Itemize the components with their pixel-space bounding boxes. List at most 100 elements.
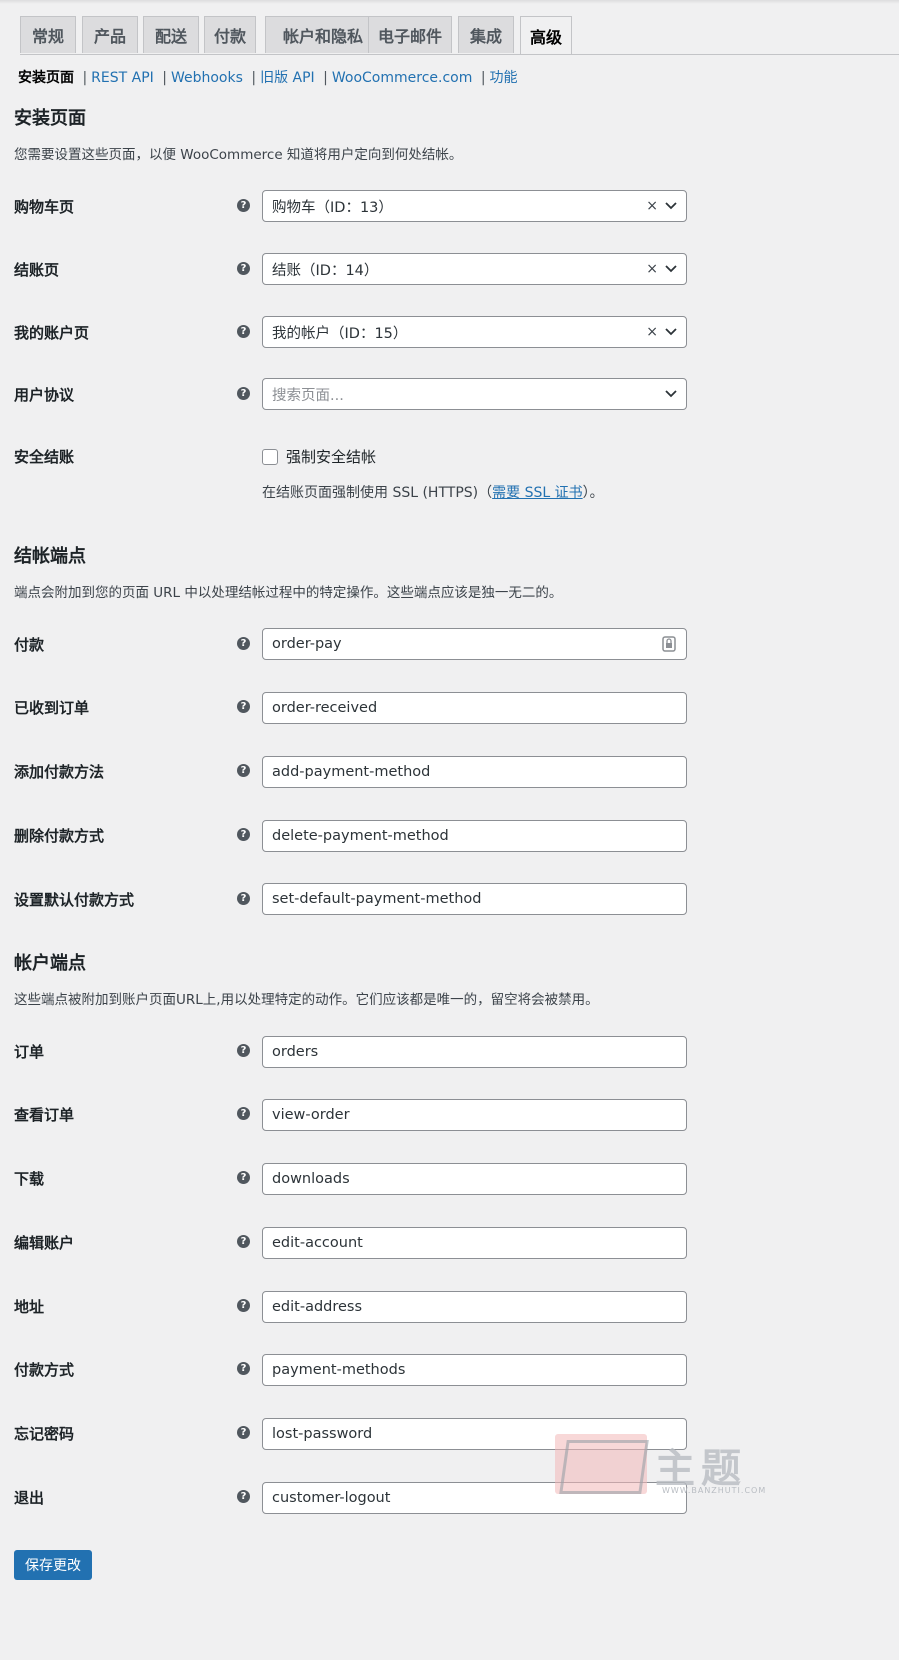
order-received-value[interactable] — [272, 700, 652, 716]
view-order-input[interactable] — [262, 1099, 687, 1131]
endpoint-label: 下载 — [14, 1170, 45, 1188]
edit-account-input[interactable] — [262, 1227, 687, 1259]
clear-icon[interactable]: × — [646, 324, 658, 340]
force-ssl-row: 强制安全结帐 — [262, 446, 376, 467]
myaccount-page-label: 我的账户页 — [14, 324, 90, 342]
help-icon[interactable]: ? — [237, 1299, 250, 1312]
edit-address-input[interactable] — [262, 1291, 687, 1323]
watermark-url: WWW.BANZHUTI.COM — [662, 1486, 767, 1495]
add-payment-method-value[interactable] — [272, 764, 652, 780]
edit-address-value[interactable] — [272, 1299, 652, 1315]
watermark: 主题 WWW.BANZHUTI.COM — [555, 1432, 770, 1504]
terms-page-select[interactable]: 搜索页面... — [262, 378, 687, 410]
section-desc-account-endpoints: 这些端点被附加到账户页面URL上,用以处理特定的动作。它们应该都是唯一的，留空将… — [14, 992, 599, 1008]
payment-methods-input[interactable] — [262, 1354, 687, 1386]
tab-shipping[interactable]: 配送 — [143, 16, 199, 53]
tab-advanced[interactable]: 高级 — [520, 16, 572, 54]
help-icon[interactable]: ? — [237, 700, 250, 713]
cart-page-label: 购物车页 — [14, 198, 75, 216]
order-pay-input[interactable] — [262, 628, 687, 660]
help-icon[interactable]: ? — [237, 1490, 250, 1503]
tab-general[interactable]: 常规 — [20, 16, 76, 53]
top-shadow — [0, 0, 899, 4]
subnav-separator: | — [323, 70, 328, 86]
downloads-input[interactable] — [262, 1163, 687, 1195]
section-desc-checkout-endpoints: 端点会附加到您的页面 URL 中以处理结帐过程中的特定操作。这些端点应该是独一无… — [14, 585, 563, 601]
delete-payment-method-input[interactable] — [262, 820, 687, 852]
help-icon[interactable]: ? — [237, 1107, 250, 1120]
help-icon[interactable]: ? — [237, 1171, 250, 1184]
view-order-value[interactable] — [272, 1107, 652, 1123]
section-title-account-endpoints: 帐户端点 — [14, 953, 86, 974]
endpoint-label: 订单 — [14, 1043, 45, 1061]
section-desc-setup: 您需要设置这些页面，以便 WooCommerce 知道将用户定向到何处结帐。 — [14, 147, 463, 163]
add-payment-method-input[interactable] — [262, 756, 687, 788]
checkout-page-label: 结账页 — [14, 261, 60, 279]
tab-accounts-privacy[interactable]: 帐户和隐私 — [265, 16, 381, 53]
subnav-separator: | — [162, 70, 167, 86]
subnav-woocommerce-com[interactable]: WooCommerce.com — [332, 70, 473, 86]
subnav-legacy-api[interactable]: 旧版 API — [260, 70, 315, 86]
myaccount-page-value: 我的帐户（ID：15） — [272, 325, 408, 342]
subnav-rest-api[interactable]: REST API — [91, 70, 154, 86]
payment-methods-value[interactable] — [272, 1362, 652, 1378]
tab-integration[interactable]: 集成 — [458, 16, 514, 53]
sub-navigation: 安装页面 | REST API | Webhooks | 旧版 API | WooCom… — [18, 67, 518, 87]
endpoint-label: 编辑账户 — [14, 1234, 75, 1252]
help-icon[interactable]: ? — [237, 1426, 250, 1439]
tab-products[interactable]: 产品 — [82, 16, 138, 53]
chevron-down-icon — [665, 265, 677, 273]
orders-input[interactable] — [262, 1036, 687, 1068]
checkout-page-select[interactable]: 结账（ID：14） × — [262, 253, 687, 285]
settings-tabs: 常规 产品 配送 付款 帐户和隐私 电子邮件 集成 高级 — [20, 16, 899, 55]
ssl-certificate-link[interactable]: 需要 SSL 证书 — [492, 485, 582, 501]
help-icon[interactable]: ? — [237, 637, 250, 650]
endpoint-label: 付款 — [14, 636, 45, 654]
cart-page-select[interactable]: 购物车（ID：13） × — [262, 190, 687, 222]
tab-payments[interactable]: 付款 — [204, 16, 256, 53]
help-icon[interactable]: ? — [237, 325, 250, 338]
endpoint-label: 查看订单 — [14, 1106, 75, 1124]
help-icon[interactable]: ? — [237, 199, 250, 212]
subnav-separator: | — [82, 70, 88, 86]
order-pay-value[interactable] — [272, 636, 652, 652]
tab-emails[interactable]: 电子邮件 — [368, 16, 452, 53]
help-icon[interactable]: ? — [237, 892, 250, 905]
endpoint-label: 设置默认付款方式 — [14, 891, 135, 909]
order-received-input[interactable] — [262, 692, 687, 724]
terms-page-placeholder: 搜索页面... — [272, 387, 344, 404]
help-icon[interactable]: ? — [237, 764, 250, 777]
set-default-payment-method-value[interactable] — [272, 891, 652, 907]
ssl-note-suffix: ）。 — [582, 485, 604, 501]
help-icon[interactable]: ? — [237, 1362, 250, 1375]
orders-value[interactable] — [272, 1044, 652, 1060]
help-icon[interactable]: ? — [237, 262, 250, 275]
subnav-separator: | — [251, 70, 257, 86]
endpoint-label: 付款方式 — [14, 1361, 75, 1379]
subnav-webhooks[interactable]: Webhooks — [171, 70, 243, 86]
save-button[interactable]: 保存更改 — [14, 1550, 92, 1580]
help-icon[interactable]: ? — [237, 1044, 250, 1057]
subnav-current: 安装页面 — [18, 70, 74, 86]
subnav-features[interactable]: 功能 — [490, 70, 518, 86]
myaccount-page-select[interactable]: 我的帐户（ID：15） × — [262, 316, 687, 348]
edit-account-value[interactable] — [272, 1235, 652, 1251]
ssl-note: 在结账页面强制使用 SSL (HTTPS)（需要 SSL 证书）。 — [262, 482, 604, 502]
checkout-page-value: 结账（ID：14） — [272, 262, 379, 279]
terms-page-label: 用户协议 — [14, 386, 75, 404]
subnav-separator: | — [480, 70, 486, 86]
password-key-icon — [662, 636, 676, 652]
downloads-value[interactable] — [272, 1171, 652, 1187]
cart-page-value: 购物车（ID：13） — [272, 199, 393, 216]
help-icon[interactable]: ? — [237, 828, 250, 841]
clear-icon[interactable]: × — [646, 261, 658, 277]
clear-icon[interactable]: × — [646, 198, 658, 214]
help-icon[interactable]: ? — [237, 387, 250, 400]
help-icon[interactable]: ? — [237, 1235, 250, 1248]
delete-payment-method-value[interactable] — [272, 828, 652, 844]
endpoint-label: 忘记密码 — [14, 1425, 75, 1443]
section-title-checkout-endpoints: 结帐端点 — [14, 546, 86, 567]
set-default-payment-method-input[interactable] — [262, 883, 687, 915]
force-ssl-checkbox[interactable] — [262, 448, 278, 465]
watermark-seal-mark — [559, 1440, 649, 1494]
